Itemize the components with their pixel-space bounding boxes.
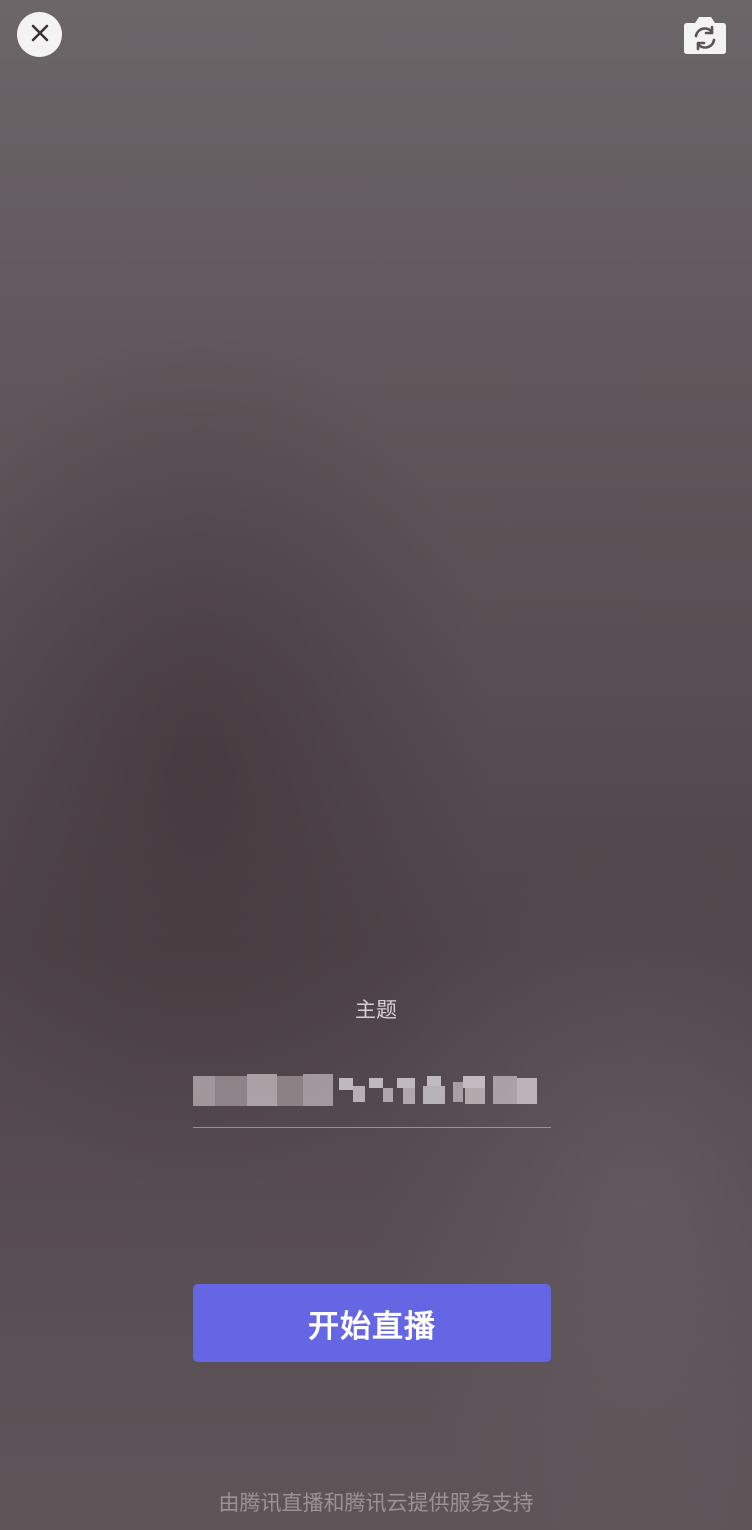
topic-label: 主题 (355, 998, 397, 1022)
start-live-button[interactable]: 开始直播 (193, 1284, 551, 1362)
close-button[interactable] (17, 12, 62, 57)
close-icon (31, 24, 49, 46)
footer-credit: 由腾讯直播和腾讯云提供服务支持 (218, 1491, 534, 1515)
topic-input[interactable]: ▇▇▇▇▇▇▇▇▇▇▇▇ (193, 1060, 551, 1128)
live-setup-screen: 主题 ▇▇▇▇▇▇▇▇▇▇▇▇ 开始直播 由腾讯直播和腾讯云提供服务支持 (0, 0, 752, 1530)
switch-camera-icon (680, 17, 730, 60)
switch-camera-button[interactable] (680, 14, 730, 56)
